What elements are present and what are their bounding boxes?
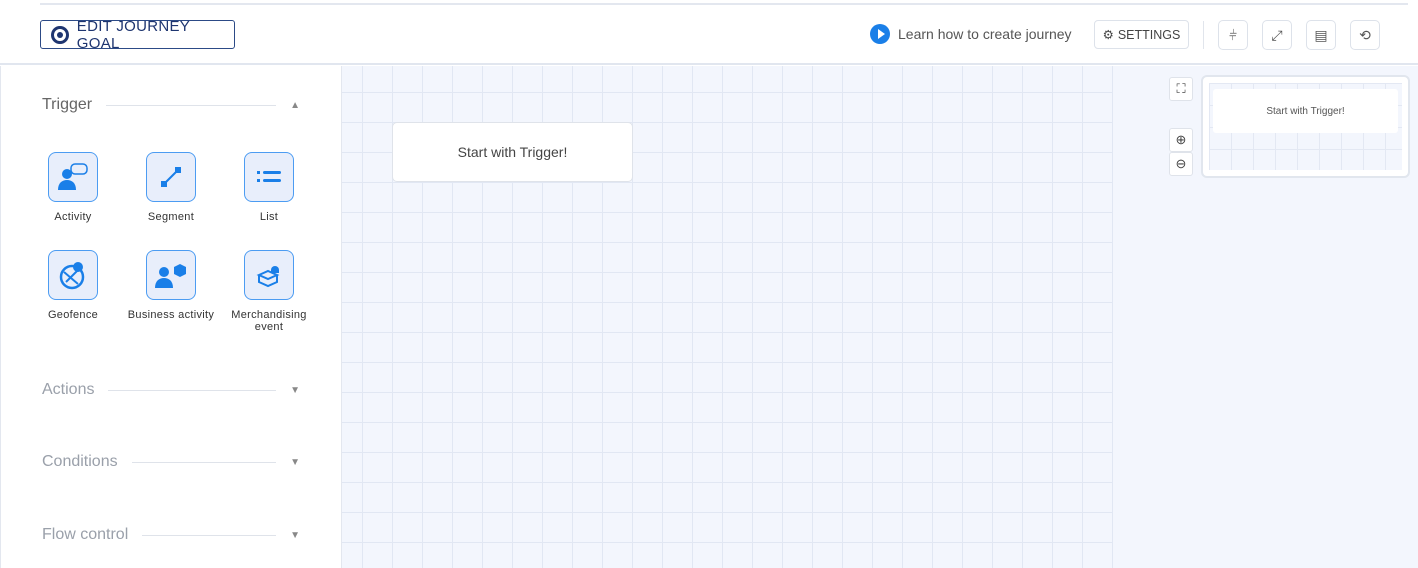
trigger-section-header[interactable]: Trigger ▲ [42, 96, 300, 114]
list-icon [244, 152, 294, 202]
start-trigger-node[interactable]: Start with Trigger! [392, 122, 633, 182]
history-icon: ⟲ [1359, 26, 1371, 43]
target-icon [51, 25, 69, 44]
tile-label: Geofence [47, 309, 99, 321]
settings-button[interactable]: ⚙ SETTINGS [1094, 20, 1189, 49]
edit-goal-label: EDIT JOURNEY GOAL [76, 17, 190, 52]
chevron-down-icon: ▼ [290, 384, 300, 396]
fit-screen-icon: ⛶ [1176, 81, 1186, 96]
zoom-in-button[interactable]: ⊕ [1169, 128, 1193, 152]
trigger-activity[interactable]: Activity [23, 152, 123, 223]
minimap-node: Start with Trigger! [1213, 89, 1398, 133]
segment-icon [146, 152, 196, 202]
tile-label: Segment [147, 211, 195, 223]
trigger-business-activity[interactable]: Business activity [121, 250, 221, 321]
divider [1203, 21, 1204, 49]
trigger-geofence[interactable]: Geofence [23, 250, 123, 321]
geofence-icon [48, 250, 98, 300]
business-activity-icon [146, 250, 196, 300]
minimap[interactable]: Start with Trigger! [1201, 75, 1410, 178]
align-button[interactable]: ⫩ [1218, 20, 1248, 50]
tile-label: Activity [54, 211, 92, 223]
zoom-out-icon: ⊖ [1175, 156, 1187, 171]
zoom-out-button[interactable]: ⊖ [1169, 152, 1193, 176]
section-title: Trigger [42, 96, 93, 113]
settings-label: SETTINGS [1117, 27, 1181, 42]
expand-button[interactable]: ⤢ [1262, 20, 1292, 50]
tile-label: Merchandising event [231, 309, 307, 333]
node-label: Start with Trigger! [457, 144, 568, 160]
chevron-down-icon: ▼ [290, 456, 300, 468]
flow-control-section-header[interactable]: Flow control ▼ [42, 526, 300, 544]
header: EDIT JOURNEY GOAL Learn how to create jo… [0, 5, 1418, 65]
tile-label: List [259, 211, 279, 223]
comments-button[interactable]: ▤ [1306, 20, 1336, 50]
zoom-in-icon: ⊕ [1175, 132, 1187, 147]
section-title: Actions [42, 381, 95, 398]
merchandising-icon [244, 250, 294, 300]
history-button[interactable]: ⟲ [1350, 20, 1380, 50]
activity-icon [48, 152, 98, 202]
align-center-icon: ⫩ [1228, 26, 1238, 43]
trigger-segment[interactable]: Segment [121, 152, 221, 223]
gear-icon: ⚙ [1102, 28, 1114, 42]
chevron-up-icon: ▲ [290, 99, 300, 111]
comment-icon: ▤ [1314, 26, 1328, 43]
tile-label: Business activity [127, 309, 215, 321]
trigger-merchandising-event[interactable]: Merchandising event [219, 250, 319, 333]
expand-icon: ⤢ [1271, 26, 1283, 43]
trigger-list[interactable]: List [219, 152, 319, 223]
actions-section-header[interactable]: Actions ▼ [42, 381, 300, 399]
fit-view-button[interactable]: ⛶ [1169, 77, 1193, 101]
chevron-down-icon: ▼ [290, 529, 300, 541]
learn-link[interactable]: Learn how to create journey [870, 24, 1072, 44]
edit-journey-goal-button[interactable]: EDIT JOURNEY GOAL [40, 17, 235, 52]
section-title: Flow control [42, 526, 129, 543]
section-title: Conditions [42, 453, 118, 470]
learn-label: Learn how to create journey [898, 26, 1072, 42]
conditions-section-header[interactable]: Conditions ▼ [42, 453, 300, 471]
play-icon [870, 24, 890, 44]
